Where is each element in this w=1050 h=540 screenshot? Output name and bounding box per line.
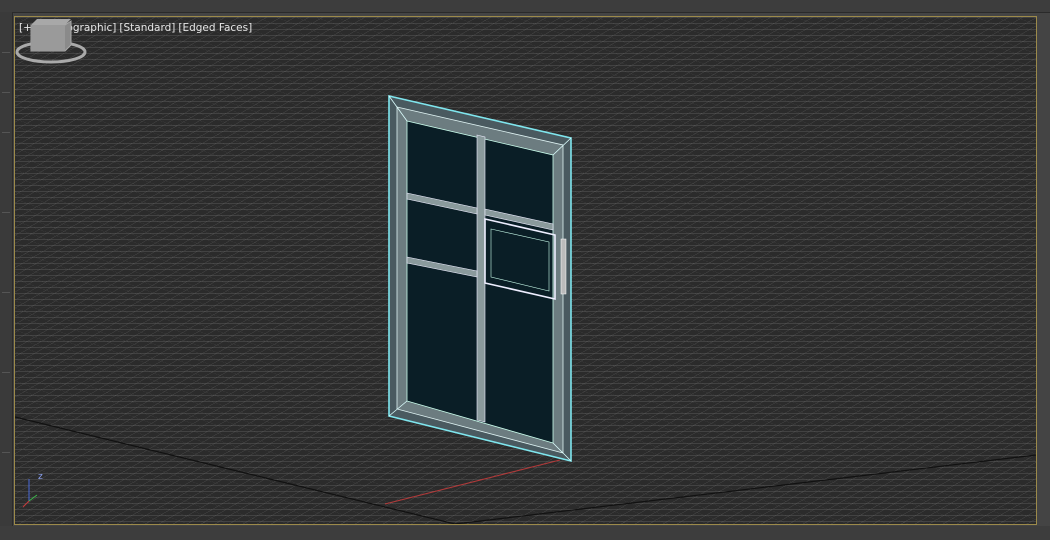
axis-z-label: z xyxy=(38,472,43,482)
display-mode-button[interactable]: [Edged Faces] xyxy=(178,22,252,34)
shading-mode-button[interactable]: [Standard] xyxy=(119,22,175,34)
bottom-status-strip xyxy=(0,526,1050,540)
grid-and-scene: z xyxy=(15,17,1036,524)
viewcube-icon[interactable] xyxy=(15,17,87,67)
window-object[interactable] xyxy=(388,94,572,463)
left-toolbar xyxy=(0,12,13,540)
top-toolbar xyxy=(0,0,1050,13)
perspective-viewport[interactable]: z [+] [Orthographic] [Standard] [Edged Face… xyxy=(14,16,1037,525)
